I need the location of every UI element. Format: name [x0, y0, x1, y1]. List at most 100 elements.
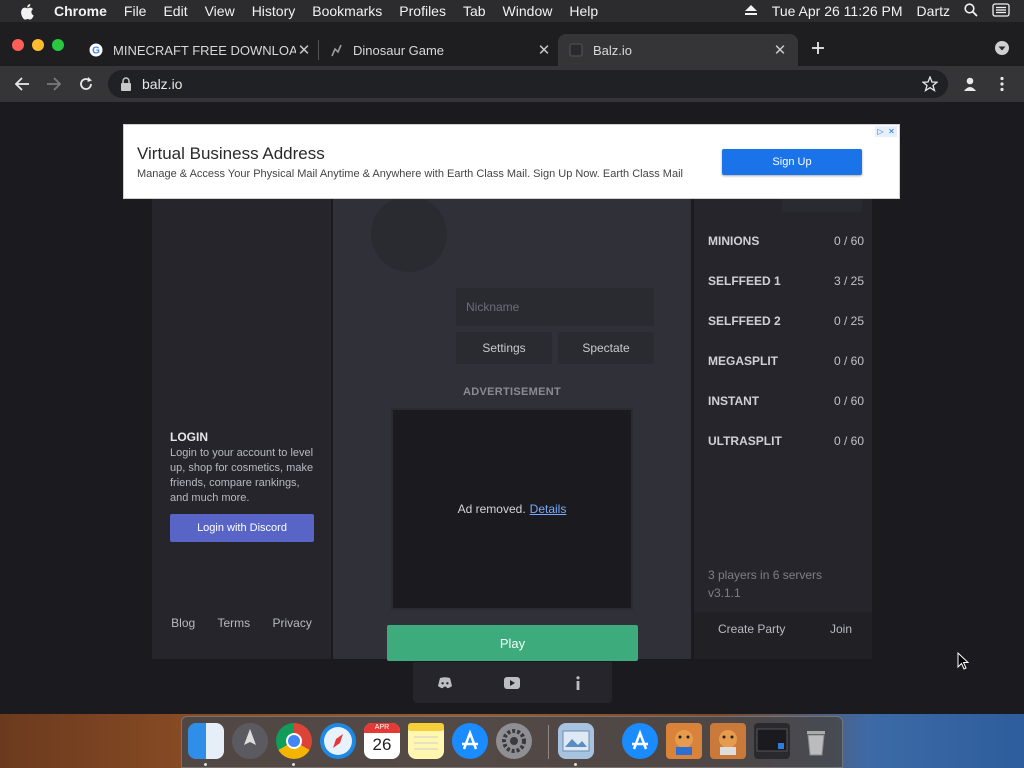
nickname-input[interactable]: Nickname [456, 288, 654, 326]
server-row[interactable]: MINIONS 0 / 60 [708, 234, 864, 248]
window-close-button[interactable] [12, 39, 24, 51]
server-name: MEGASPLIT [708, 354, 779, 368]
social-icon-bar [413, 662, 612, 703]
launchpad-icon[interactable] [232, 723, 268, 759]
chrome-icon[interactable] [276, 723, 312, 759]
screenshot-thumbnail-icon[interactable] [754, 723, 790, 759]
servers-panel: MINIONS 0 / 60 SELFFEED 1 3 / 25 SELFFEE… [694, 190, 872, 659]
image-thumbnail-icon[interactable] [710, 723, 746, 759]
preview-icon[interactable] [558, 723, 594, 759]
menu-profiles[interactable]: Profiles [399, 3, 446, 19]
running-indicator [292, 763, 295, 766]
back-icon[interactable] [10, 72, 34, 96]
chrome-menu-icon[interactable] [990, 72, 1014, 96]
apple-icon[interactable] [20, 3, 36, 20]
server-row[interactable]: ULTRASPLIT 0 / 60 [708, 434, 864, 448]
profile-icon[interactable] [958, 72, 982, 96]
menu-edit[interactable]: Edit [163, 3, 187, 19]
menu-tab[interactable]: Tab [463, 3, 486, 19]
youtube-icon[interactable] [503, 674, 521, 692]
skin-avatar[interactable] [371, 196, 447, 272]
dino-icon [328, 42, 344, 58]
ad-details-link[interactable]: Details [530, 502, 567, 516]
create-party-button[interactable]: Create Party [718, 622, 785, 636]
menu-history[interactable]: History [252, 3, 296, 19]
menu-window[interactable]: Window [503, 3, 553, 19]
server-row[interactable]: SELFFEED 1 3 / 25 [708, 274, 864, 288]
login-description: Login to your account to level up, shop … [170, 447, 314, 504]
adchoices-icon[interactable]: ▷ [875, 126, 886, 137]
window-zoom-button[interactable] [52, 39, 64, 51]
play-button[interactable]: Play [387, 625, 638, 661]
server-info: 3 players in 6 servers v3.1.1 [708, 566, 822, 602]
eject-icon[interactable] [744, 3, 758, 19]
info-icon[interactable] [569, 674, 587, 692]
address-bar[interactable]: balz.io [108, 70, 948, 98]
server-row[interactable]: SELFFEED 2 0 / 25 [708, 314, 864, 328]
server-name: SELFFEED 2 [708, 314, 781, 328]
server-count: 3 / 25 [833, 274, 864, 288]
login-with-discord-button[interactable]: Login with Discord [170, 514, 314, 542]
advertisement-label: ADVERTISEMENT [462, 386, 562, 398]
ad-sign-up-button[interactable]: Sign Up [722, 149, 862, 175]
terms-link[interactable]: Terms [218, 616, 251, 630]
system-preferences-icon[interactable] [496, 723, 532, 759]
privacy-link[interactable]: Privacy [272, 616, 311, 630]
menubar-datetime[interactable]: Tue Apr 26 11:26 PM [772, 3, 903, 19]
server-count: 0 / 60 [833, 434, 864, 448]
tab-close-icon[interactable]: ✕ [536, 42, 552, 59]
calendar-icon[interactable]: APR 26 [364, 723, 400, 759]
menu-view[interactable]: View [205, 3, 235, 19]
svg-text:G: G [92, 46, 100, 57]
server-count: 0 / 60 [833, 234, 864, 248]
server-row[interactable]: INSTANT 0 / 60 [708, 394, 864, 408]
calendar-month: APR [364, 723, 400, 733]
window-minimize-button[interactable] [32, 39, 44, 51]
ad-close-icon[interactable]: ✕ [886, 126, 897, 137]
ad-banner[interactable]: Virtual Business Address Manage & Access… [123, 124, 900, 199]
finder-icon[interactable] [188, 723, 224, 759]
menu-help[interactable]: Help [569, 3, 598, 19]
reload-icon[interactable] [74, 72, 98, 96]
macos-menubar: Chrome File Edit View History Bookmarks … [0, 0, 1024, 22]
safari-icon[interactable] [320, 723, 356, 759]
macos-dock: APR 26 [181, 716, 843, 768]
discord-icon[interactable] [436, 674, 454, 692]
server-row[interactable]: MEGASPLIT 0 / 60 [708, 354, 864, 368]
spotlight-search-icon[interactable] [964, 2, 978, 20]
menu-bookmarks[interactable]: Bookmarks [312, 3, 382, 19]
tab-dinosaur-game[interactable]: Dinosaur Game ✕ [328, 34, 552, 66]
blog-link[interactable]: Blog [171, 616, 195, 630]
trash-icon[interactable] [798, 723, 834, 759]
tab-balz-io[interactable]: Balz.io ✕ [558, 34, 798, 66]
tab-close-icon[interactable]: ✕ [296, 42, 312, 59]
settings-button[interactable]: Settings [456, 332, 552, 364]
tab-minecraft[interactable]: G MINECRAFT FREE DOWNLOAD ✕ [88, 34, 312, 66]
bookmark-star-icon[interactable] [918, 72, 942, 96]
server-name: ULTRASPLIT [708, 434, 782, 448]
new-tab-icon[interactable] [806, 36, 830, 60]
ad-title[interactable]: Virtual Business Address [137, 144, 325, 164]
tab-close-icon[interactable]: ✕ [772, 42, 788, 59]
url-text: balz.io [142, 76, 183, 92]
app-store-icon[interactable] [452, 723, 488, 759]
menu-file[interactable]: File [124, 3, 147, 19]
dock-separator [548, 725, 549, 759]
spectate-button[interactable]: Spectate [558, 332, 654, 364]
menu-app-name[interactable]: Chrome [54, 3, 107, 19]
forward-icon[interactable] [42, 72, 66, 96]
ad-placeholder: Ad removed. Details [391, 408, 633, 610]
left-footer-links: Blog Terms Privacy [152, 616, 331, 630]
tab-divider [318, 40, 319, 60]
app-store-downloads-icon[interactable] [622, 723, 658, 759]
tab-label: MINECRAFT FREE DOWNLOAD [113, 42, 296, 58]
menubar-user[interactable]: Dartz [917, 3, 950, 19]
lock-icon[interactable] [120, 77, 132, 91]
notes-icon[interactable] [408, 723, 444, 759]
tab-search-icon[interactable] [990, 36, 1014, 60]
join-button[interactable]: Join [830, 622, 852, 636]
control-center-icon[interactable] [992, 2, 1010, 20]
ad-text[interactable]: Manage & Access Your Physical Mail Anyti… [137, 168, 683, 180]
image-thumbnail-icon[interactable] [666, 723, 702, 759]
mouse-cursor-icon [957, 652, 969, 670]
